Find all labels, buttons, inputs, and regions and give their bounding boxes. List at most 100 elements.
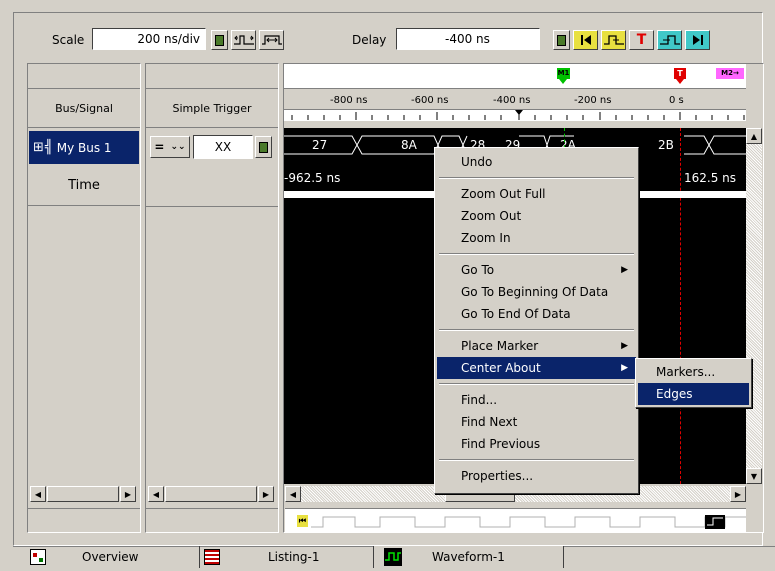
menu-item-go-to-end[interactable]: Go To End Of Data xyxy=(437,303,636,325)
menu-item-zoom-out-full[interactable]: Zoom Out Full xyxy=(437,183,636,205)
scroll-up-icon: ▲ xyxy=(750,131,758,141)
submenu-item-markers[interactable]: Markers... xyxy=(638,361,749,383)
marker-m1[interactable]: M1 xyxy=(557,68,570,79)
delay-value: -400 ns xyxy=(445,32,490,46)
bus-signal-header[interactable]: Bus/Signal xyxy=(28,90,140,128)
simple-trigger-pane xyxy=(145,63,279,533)
scroll-track[interactable] xyxy=(746,144,762,468)
menu-item-go-to[interactable]: Go To ▶ xyxy=(437,259,636,281)
trigger-value-field[interactable]: XX xyxy=(193,135,253,159)
scroll-right-button[interactable]: ▶ xyxy=(730,486,746,502)
trigger-top-strip xyxy=(146,64,278,89)
expand-bus-icon[interactable]: ⊞ xyxy=(33,140,44,155)
bus-signal-scrollbar[interactable]: ◀ ▶ xyxy=(30,486,138,503)
scroll-up-button[interactable]: ▲ xyxy=(746,128,762,144)
bus-name: My Bus 1 xyxy=(56,140,112,155)
skip-start-icon xyxy=(580,35,591,45)
center-about-submenu: Markers... Edges xyxy=(635,358,752,408)
overview-strip[interactable]: ⏮ xyxy=(285,508,746,532)
zoom-in-time-button[interactable] xyxy=(231,30,256,50)
ruler-tick-label: -400 ns xyxy=(493,95,531,106)
bus-row-my-bus-1[interactable]: ⊞ ╣ My Bus 1 xyxy=(29,131,139,164)
waveform-vertical-scrollbar[interactable]: ▲ ▼ xyxy=(746,128,763,484)
bus-value: 8A xyxy=(401,138,417,152)
menu-item-label: Properties... xyxy=(461,469,534,483)
menu-item-properties[interactable]: Properties... xyxy=(437,465,636,487)
tab-listing-1[interactable]: Listing-1 xyxy=(200,546,374,568)
time-start-readout: -962.5 ns xyxy=(284,171,341,185)
zoom-out-time-button[interactable] xyxy=(259,30,284,50)
submenu-item-edges[interactable]: Edges xyxy=(638,383,749,405)
menu-item-label: Go To Beginning Of Data xyxy=(461,285,609,299)
menu-item-find-next[interactable]: Find Next xyxy=(437,411,636,433)
submenu-arrow-icon: ▶ xyxy=(621,341,628,351)
menu-separator xyxy=(439,383,634,385)
center-trigger-button[interactable]: T xyxy=(629,30,654,50)
marker-trigger-pointer xyxy=(676,79,684,84)
next-edge-icon xyxy=(659,35,680,45)
zoom-in-pulse-icon xyxy=(233,35,254,45)
tab-label: Overview xyxy=(82,550,139,564)
scroll-thumb[interactable] xyxy=(165,486,257,502)
tab-overview[interactable]: Overview xyxy=(24,546,200,568)
menu-item-label: Center About xyxy=(461,361,541,375)
menu-item-find-previous[interactable]: Find Previous xyxy=(437,433,636,455)
bus-icon: ╣ xyxy=(44,140,53,155)
menu-separator xyxy=(439,329,634,331)
simple-trigger-header[interactable]: Simple Trigger xyxy=(146,90,278,128)
submenu-arrow-icon: ▶ xyxy=(621,265,628,275)
delay-calculator-button[interactable] xyxy=(553,30,570,50)
menu-item-undo[interactable]: Undo xyxy=(437,151,636,173)
scroll-right-icon: ▶ xyxy=(124,489,132,499)
scroll-right-button[interactable]: ▶ xyxy=(120,486,136,502)
trigger-calculator-button[interactable] xyxy=(255,136,272,158)
scroll-down-button[interactable]: ▼ xyxy=(746,468,762,484)
menu-separator xyxy=(439,459,634,461)
scroll-left-button[interactable]: ◀ xyxy=(30,486,46,502)
menu-item-zoom-out[interactable]: Zoom Out xyxy=(437,205,636,227)
next-edge-button[interactable] xyxy=(657,30,682,50)
scroll-left-button[interactable]: ◀ xyxy=(285,486,301,502)
time-label: Time xyxy=(68,178,100,193)
previous-edge-button[interactable] xyxy=(601,30,626,50)
menu-item-label: Zoom Out xyxy=(461,209,522,223)
scale-field[interactable]: 200 ns/div xyxy=(92,28,206,50)
menu-item-find[interactable]: Find... xyxy=(437,389,636,411)
marker-trigger[interactable]: T xyxy=(674,68,686,79)
tab-waveform-1[interactable]: Waveform-1 xyxy=(374,546,564,568)
menu-separator xyxy=(439,177,634,179)
ruler-tick-label: -600 ns xyxy=(411,95,449,106)
marker-m1-pointer xyxy=(559,79,567,84)
marker-m2-label: M2→ xyxy=(721,69,739,77)
ruler-scale-area xyxy=(284,88,746,128)
marker-m2[interactable]: M2→ xyxy=(716,68,744,79)
scroll-left-icon: ◀ xyxy=(152,489,160,499)
marker-m1-label: M1 xyxy=(557,69,570,77)
go-to-end-button[interactable] xyxy=(685,30,710,50)
tab-label: Waveform-1 xyxy=(432,550,505,564)
calculator-icon xyxy=(259,141,268,153)
delay-field[interactable]: -400 ns xyxy=(396,28,540,50)
tab-label: Listing-1 xyxy=(268,550,320,564)
ruler-tick-label: 0 s xyxy=(669,95,684,106)
scale-calculator-button[interactable] xyxy=(211,30,228,50)
submenu-arrow-icon: ▶ xyxy=(621,363,628,373)
menu-separator xyxy=(439,253,634,255)
menu-item-go-to-beginning[interactable]: Go To Beginning Of Data xyxy=(437,281,636,303)
menu-item-center-about[interactable]: Center About ▶ xyxy=(437,357,636,379)
scroll-left-button[interactable]: ◀ xyxy=(148,486,164,502)
time-ruler[interactable]: M1 T M2→ -800 ns -600 ns -400 ns -200 ns… xyxy=(284,64,746,128)
trigger-scrollbar[interactable]: ◀ ▶ xyxy=(148,486,276,503)
trigger-operator-dropdown[interactable]: = ⌄⌄ xyxy=(150,136,190,158)
go-to-start-button[interactable] xyxy=(573,30,598,50)
calculator-icon xyxy=(557,34,566,46)
menu-item-label: Undo xyxy=(461,155,493,169)
menu-item-place-marker[interactable]: Place Marker ▶ xyxy=(437,335,636,357)
time-row[interactable]: Time xyxy=(28,166,140,206)
scroll-thumb[interactable] xyxy=(47,486,119,502)
scroll-right-button[interactable]: ▶ xyxy=(258,486,274,502)
context-menu: Undo Zoom Out Full Zoom Out Zoom In Go T… xyxy=(434,147,639,494)
menu-item-zoom-in[interactable]: Zoom In xyxy=(437,227,636,249)
trigger-operator: = xyxy=(154,140,165,154)
calculator-icon xyxy=(215,34,224,46)
